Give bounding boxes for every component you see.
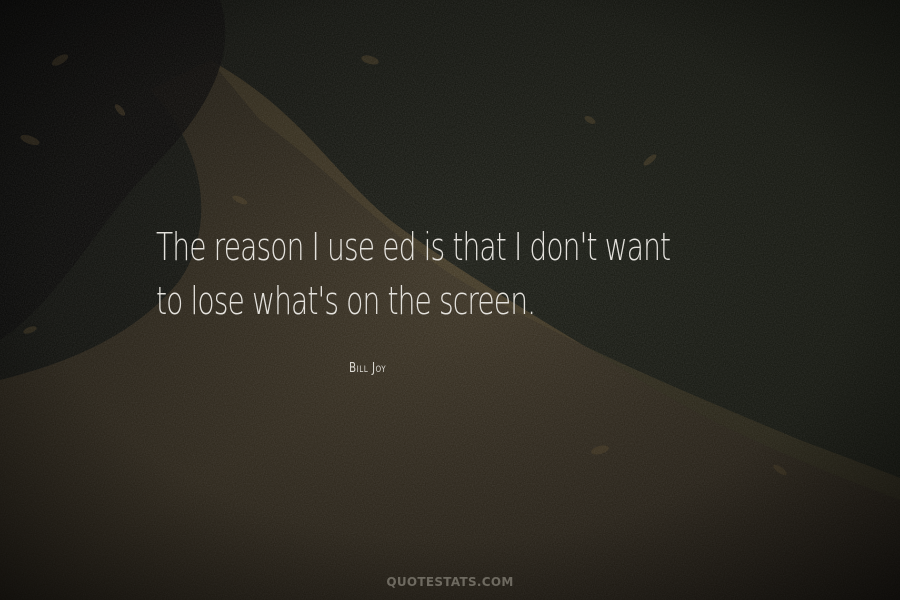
quote-card: The reason I use ed is that I don't want…	[0, 0, 900, 600]
quote-text: The reason I use ed is that I don't want…	[156, 220, 674, 328]
site-watermark: QUOTESTATS.COM	[386, 575, 514, 589]
quote-line: The reason I use ed is that I don't want	[156, 225, 671, 269]
quote-line: to lose what's on the screen.	[156, 279, 536, 323]
quote-author: Bill Joy	[349, 361, 387, 376]
